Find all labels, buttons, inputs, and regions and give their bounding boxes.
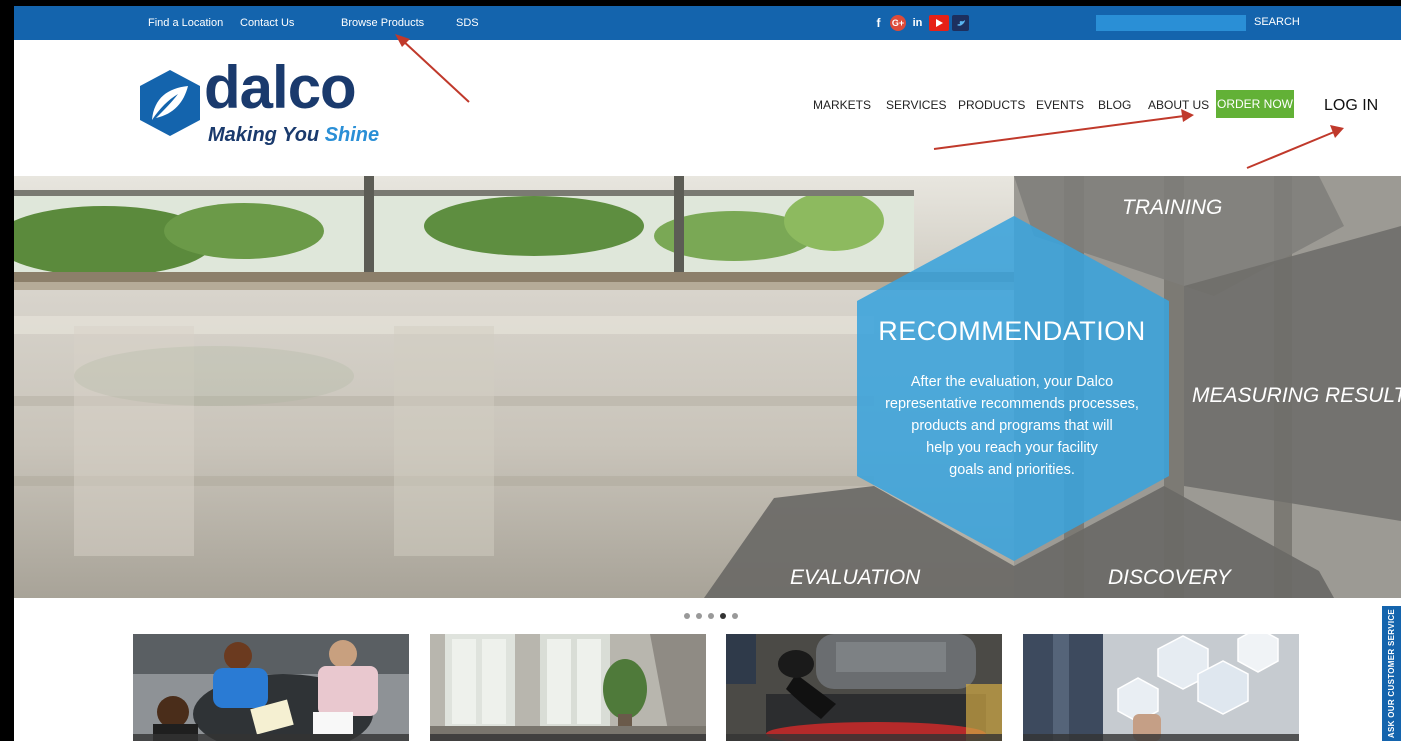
arrow-browse-products-icon (395, 34, 470, 103)
linkedin-icon[interactable]: in (909, 15, 926, 31)
carousel-dot[interactable] (732, 613, 738, 619)
sds-link[interactable]: SDS (456, 17, 479, 29)
twitter-icon[interactable] (952, 15, 969, 31)
feature-card-lobby[interactable] (430, 634, 706, 741)
recommendation-line: After the evaluation, your Dalco (910, 374, 1114, 390)
recommendation-body: After the evaluation, your Dalco represe… (859, 371, 1165, 481)
nav-blog[interactable]: BLOG (1098, 98, 1131, 112)
arrow-login-icon (1246, 125, 1344, 169)
lobby-photo (430, 634, 706, 741)
carousel-dot[interactable] (696, 613, 702, 619)
customer-service-label: ASK OUR CUSTOMER SERVICE (1387, 608, 1396, 739)
recommendation-line: products and programs that will (911, 418, 1113, 434)
nav-products[interactable]: PRODUCTS (958, 98, 1025, 112)
top-utility-bar: Find a Location Contact Us Browse Produc… (14, 6, 1401, 40)
nav-about-us[interactable]: ABOUT US (1148, 98, 1209, 112)
evaluation-label: EVALUATION (790, 566, 921, 589)
logo-tagline: Making You Shine (208, 124, 379, 147)
recommendation-title: RECOMMENDATION (878, 316, 1146, 346)
facebook-icon[interactable]: f (870, 15, 887, 31)
hero-banner: TRAINING MEASURING RESULTS EVALUATION DI… (14, 176, 1401, 598)
browse-products-link[interactable]: Browse Products (341, 17, 424, 29)
order-now-button[interactable]: ORDER NOW (1216, 90, 1294, 118)
logo-hexagon-icon (140, 70, 200, 136)
nav-events[interactable]: EVENTS (1036, 98, 1084, 112)
tagline-shine: Shine (324, 124, 380, 146)
find-location-link[interactable]: Find a Location (148, 17, 223, 29)
feature-card-technology[interactable] (1023, 634, 1299, 741)
technology-photo (1023, 634, 1299, 741)
carousel-dot-active[interactable] (720, 613, 726, 619)
dalco-logo[interactable]: dalco Making You Shine (138, 58, 379, 150)
google-plus-icon[interactable]: G+ (890, 15, 906, 31)
training-label: TRAINING (1122, 196, 1223, 219)
discovery-label: DISCOVERY (1108, 566, 1231, 589)
equipment-photo (726, 634, 1002, 741)
login-link[interactable]: LOG IN (1324, 97, 1378, 115)
youtube-icon[interactable] (929, 15, 949, 31)
arrow-about-us-icon (933, 109, 1194, 150)
feature-card-equipment[interactable] (726, 634, 1002, 741)
carousel-dots (684, 613, 738, 619)
nav-markets[interactable]: MARKETS (813, 98, 871, 112)
recommendation-line: help you reach your facility (926, 440, 1098, 456)
carousel-dot[interactable] (684, 613, 690, 619)
measuring-results-label: MEASURING RESULTS (1192, 384, 1401, 407)
tagline-text: Making You (208, 124, 325, 146)
recommendation-line: representative recommends processes, (885, 396, 1139, 412)
search-input[interactable] (1096, 15, 1246, 31)
social-links: f G+ in (870, 15, 969, 31)
nav-services[interactable]: SERVICES (886, 98, 946, 112)
recommendation-line: goals and priorities. (949, 462, 1075, 478)
page: Find a Location Contact Us Browse Produc… (14, 6, 1401, 741)
meeting-photo (133, 634, 409, 741)
contact-us-link[interactable]: Contact Us (240, 17, 294, 29)
feature-card-meeting[interactable] (133, 634, 409, 741)
carousel-dot[interactable] (708, 613, 714, 619)
customer-service-tab[interactable]: ASK OUR CUSTOMER SERVICE (1382, 606, 1401, 741)
search-button[interactable]: SEARCH (1254, 16, 1300, 28)
logo-wordmark: dalco (204, 54, 357, 121)
